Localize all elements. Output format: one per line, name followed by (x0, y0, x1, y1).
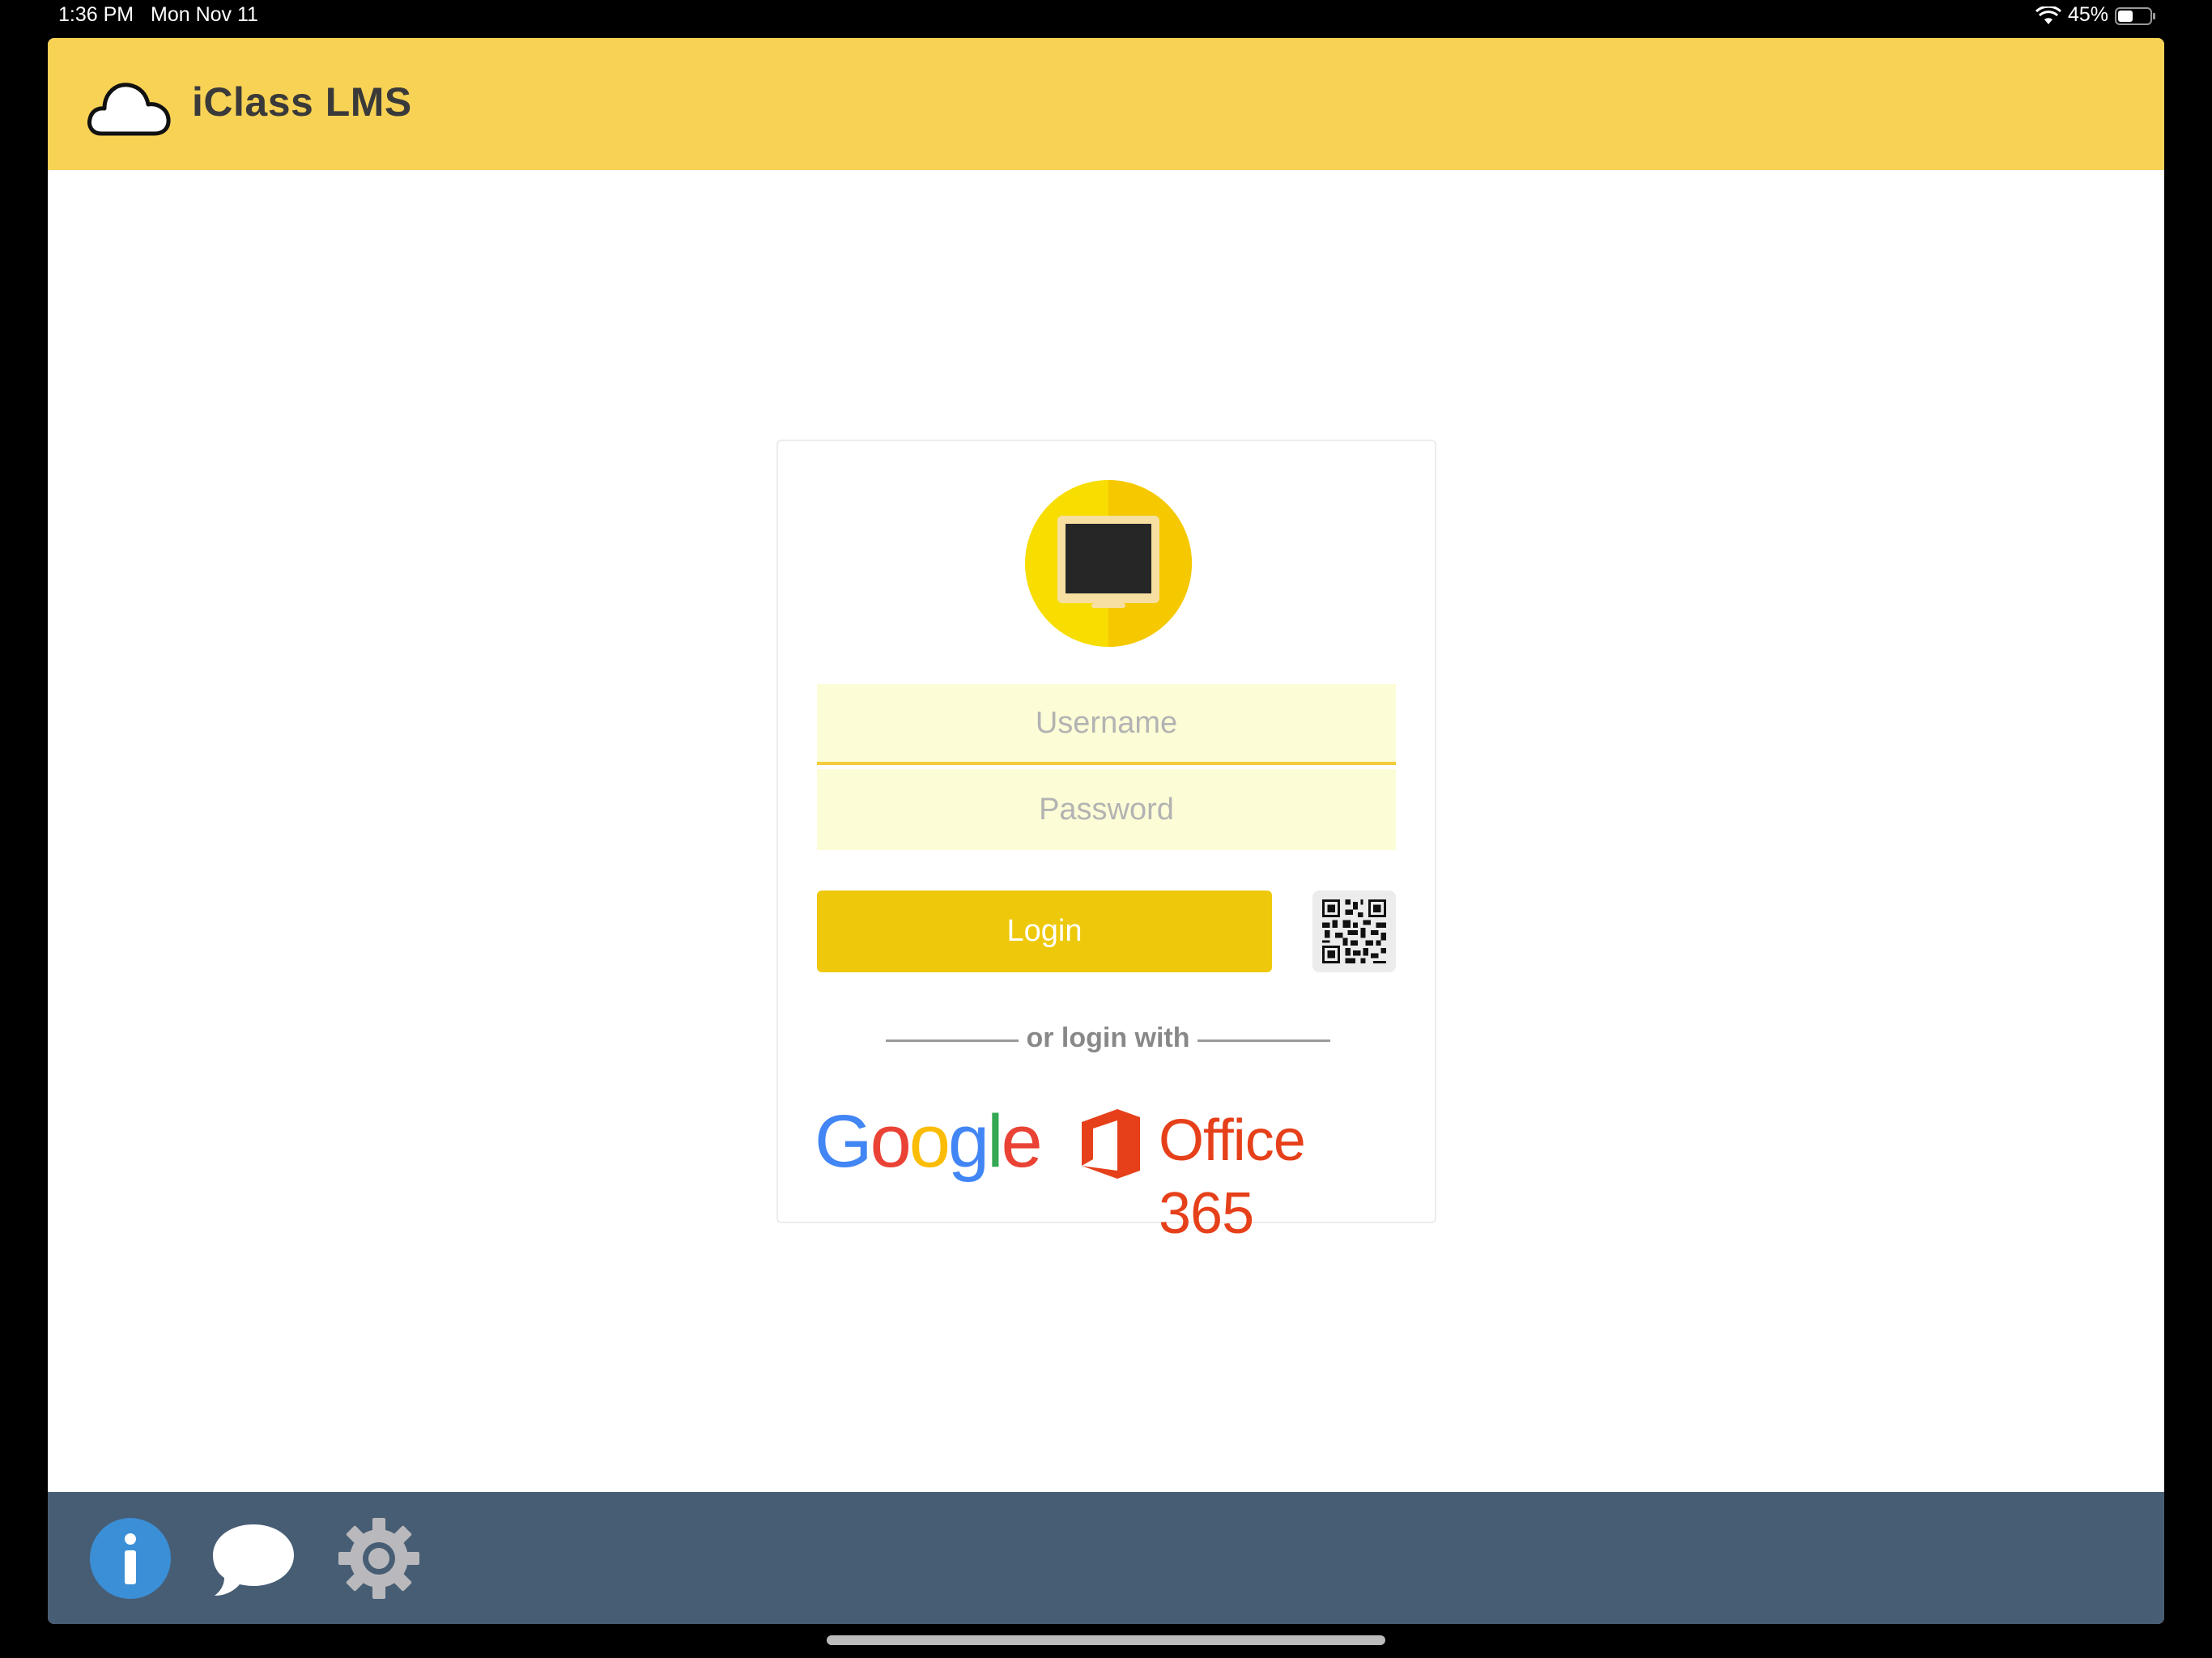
username-input[interactable] (817, 684, 1396, 765)
cloud-icon (87, 83, 171, 136)
info-icon[interactable] (88, 1516, 172, 1601)
office365-label: Office 365 (1159, 1108, 1306, 1246)
monitor-icon (1025, 480, 1192, 647)
bottom-toolbar (48, 1492, 2164, 1624)
divider-text: or login with (1026, 1022, 1190, 1053)
office-icon (1082, 1109, 1140, 1179)
chat-bubble-icon[interactable] (211, 1516, 296, 1601)
divider-left (886, 1039, 1019, 1042)
app-window: iClass LMS Login (48, 38, 2164, 1624)
status-time: 1:36 PM (58, 3, 134, 26)
google-logo-text: Google (815, 1100, 1043, 1183)
app-title: iClass LMS (192, 79, 412, 125)
battery-percentage: 45% (2068, 3, 2109, 26)
divider-right (1197, 1039, 1330, 1042)
qr-code-icon (1322, 899, 1386, 963)
login-card: Login (776, 440, 1436, 1246)
app-header: iClass LMS (48, 38, 2164, 170)
qr-scan-button[interactable] (1312, 891, 1396, 972)
office365-login-button[interactable]: Office 365 (1082, 1101, 1406, 1246)
status-date: Mon Nov 11 (151, 3, 258, 26)
login-button[interactable]: Login (817, 891, 1272, 972)
google-login-button[interactable]: Google (815, 1097, 1043, 1186)
home-indicator[interactable] (827, 1635, 1385, 1645)
gear-icon[interactable] (337, 1516, 421, 1601)
password-input[interactable] (817, 769, 1396, 850)
wifi-icon (2035, 6, 2061, 24)
battery-icon (2115, 7, 2155, 25)
status-bar: 1:36 PM Mon Nov 11 45% (0, 0, 2212, 36)
